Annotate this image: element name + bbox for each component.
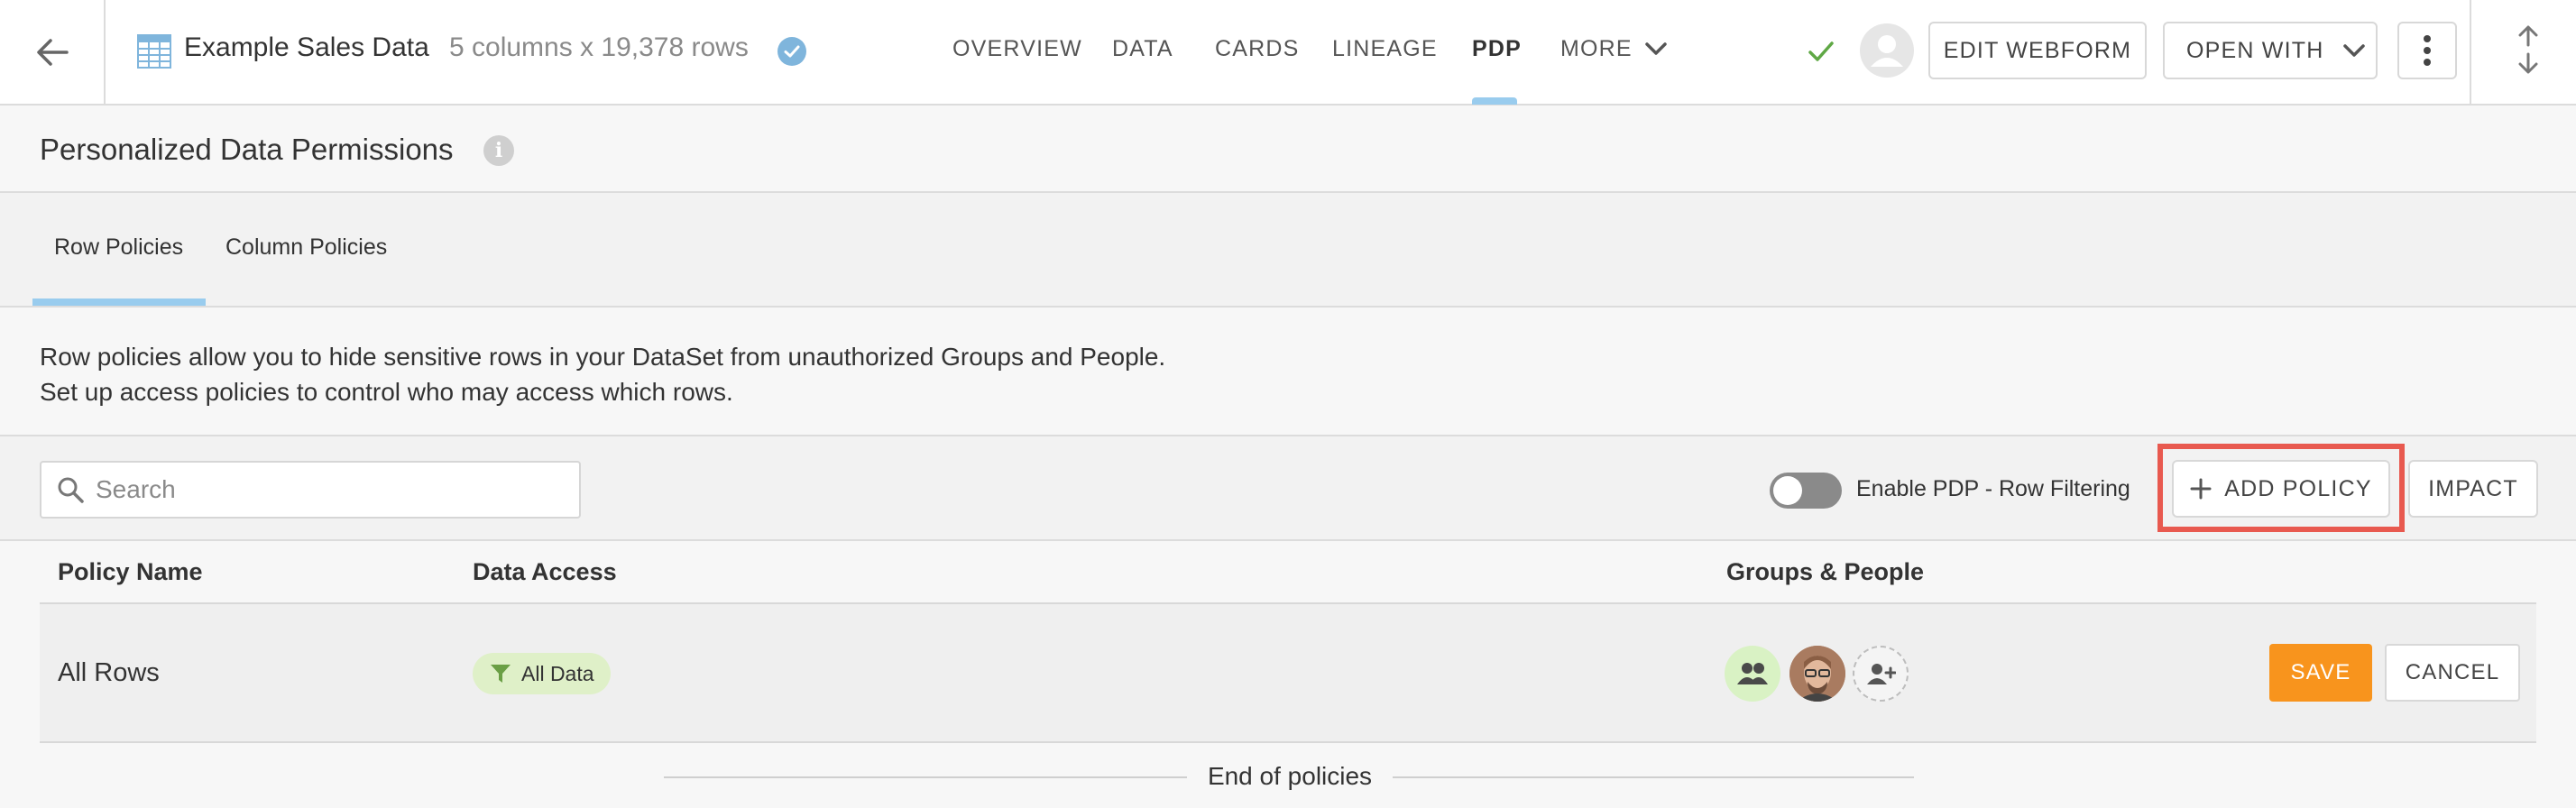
filter-icon	[491, 665, 511, 683]
tab-data[interactable]: DATA	[1112, 36, 1173, 62]
enable-pdp-toggle[interactable]	[1770, 473, 1842, 509]
group-icon	[1737, 663, 1768, 684]
section-header: Personalized Data Permissions i	[0, 106, 2576, 193]
add-person-button[interactable]	[1853, 646, 1909, 702]
tab-row-policies[interactable]: Row Policies	[54, 234, 183, 261]
vertical-dots-icon	[2424, 35, 2431, 66]
table-grid-icon	[137, 34, 171, 69]
column-header-policy-name: Policy Name	[58, 558, 203, 585]
add-policy-button[interactable]: ADD POLICY	[2172, 460, 2390, 518]
certified-check-icon	[777, 37, 806, 66]
active-tab-indicator	[1472, 97, 1517, 105]
table-header: Policy Name Data Access Groups & People	[40, 541, 2536, 604]
user-icon	[1871, 35, 1903, 67]
top-header: Example Sales Data 5 columns x 19,378 ro…	[0, 0, 2576, 106]
back-button[interactable]	[0, 0, 106, 104]
table-row[interactable]: All Rows All Data SAVE CANCEL	[40, 604, 2536, 743]
open-with-button[interactable]: OPEN WITH	[2163, 22, 2378, 79]
data-access-chip[interactable]: All Data	[473, 653, 611, 694]
owner-avatar[interactable]	[1860, 23, 1914, 78]
end-of-policies-label: End of policies	[1207, 762, 1373, 790]
save-button[interactable]: SAVE	[2269, 644, 2372, 702]
column-header-data-access: Data Access	[473, 558, 617, 585]
description-line-1: Row policies allow you to hide sensitive…	[40, 343, 1166, 371]
tab-lineage[interactable]: LINEAGE	[1332, 36, 1438, 62]
person-photo-icon	[1789, 646, 1845, 702]
arrow-left-icon	[36, 38, 69, 66]
policy-description: Row policies allow you to hide sensitive…	[40, 339, 1165, 409]
description-line-2: Set up access policies to control who ma…	[40, 378, 733, 406]
search-box	[40, 461, 581, 519]
column-header-groups-people: Groups & People	[1726, 558, 1925, 585]
page-title: Personalized Data Permissions	[40, 133, 454, 166]
info-icon[interactable]: i	[483, 135, 514, 166]
active-subtab-indicator	[32, 298, 206, 306]
enable-pdp-label: Enable PDP - Row Filtering	[1856, 476, 2130, 501]
chevron-down-icon	[2343, 44, 2366, 57]
tab-pdp[interactable]: PDP	[1472, 36, 1522, 62]
data-access-label: All Data	[521, 661, 594, 685]
edit-webform-button[interactable]: EDIT WEBFORM	[1928, 22, 2147, 79]
header-divider	[2470, 0, 2471, 104]
dataset-title: Example Sales Data	[184, 32, 429, 62]
check-icon	[1808, 41, 1834, 61]
add-policy-label: ADD POLICY	[2224, 475, 2372, 501]
tab-column-policies[interactable]: Column Policies	[225, 234, 387, 261]
plus-icon	[2190, 478, 2212, 500]
cancel-button[interactable]: CANCEL	[2385, 644, 2520, 702]
chevron-down-icon[interactable]	[1645, 41, 1667, 56]
tab-more[interactable]: MORE	[1560, 36, 1633, 62]
search-icon	[58, 477, 84, 503]
end-divider-right	[1393, 776, 1914, 778]
tab-overview[interactable]: OVERVIEW	[952, 36, 1082, 62]
search-input[interactable]	[96, 470, 565, 510]
tab-cards[interactable]: CARDS	[1215, 36, 1300, 62]
end-divider-left	[664, 776, 1187, 778]
impact-button[interactable]: IMPACT	[2408, 460, 2538, 518]
person-avatar[interactable]	[1789, 646, 1845, 702]
add-user-icon	[1867, 664, 1896, 684]
toggle-knob	[1773, 476, 1802, 505]
open-with-label: OPEN WITH	[2186, 37, 2324, 63]
policy-tabs: Row Policies Column Policies	[0, 193, 2576, 308]
dataset-dimensions: 5 columns x 19,378 rows	[449, 32, 749, 62]
group-avatar[interactable]	[1725, 646, 1780, 702]
more-options-button[interactable]	[2397, 22, 2457, 79]
policy-name: All Rows	[58, 658, 160, 687]
policy-toolbar: Enable PDP - Row Filtering ADD POLICY IM…	[0, 436, 2576, 541]
expand-collapse-icon[interactable]	[2513, 23, 2544, 76]
